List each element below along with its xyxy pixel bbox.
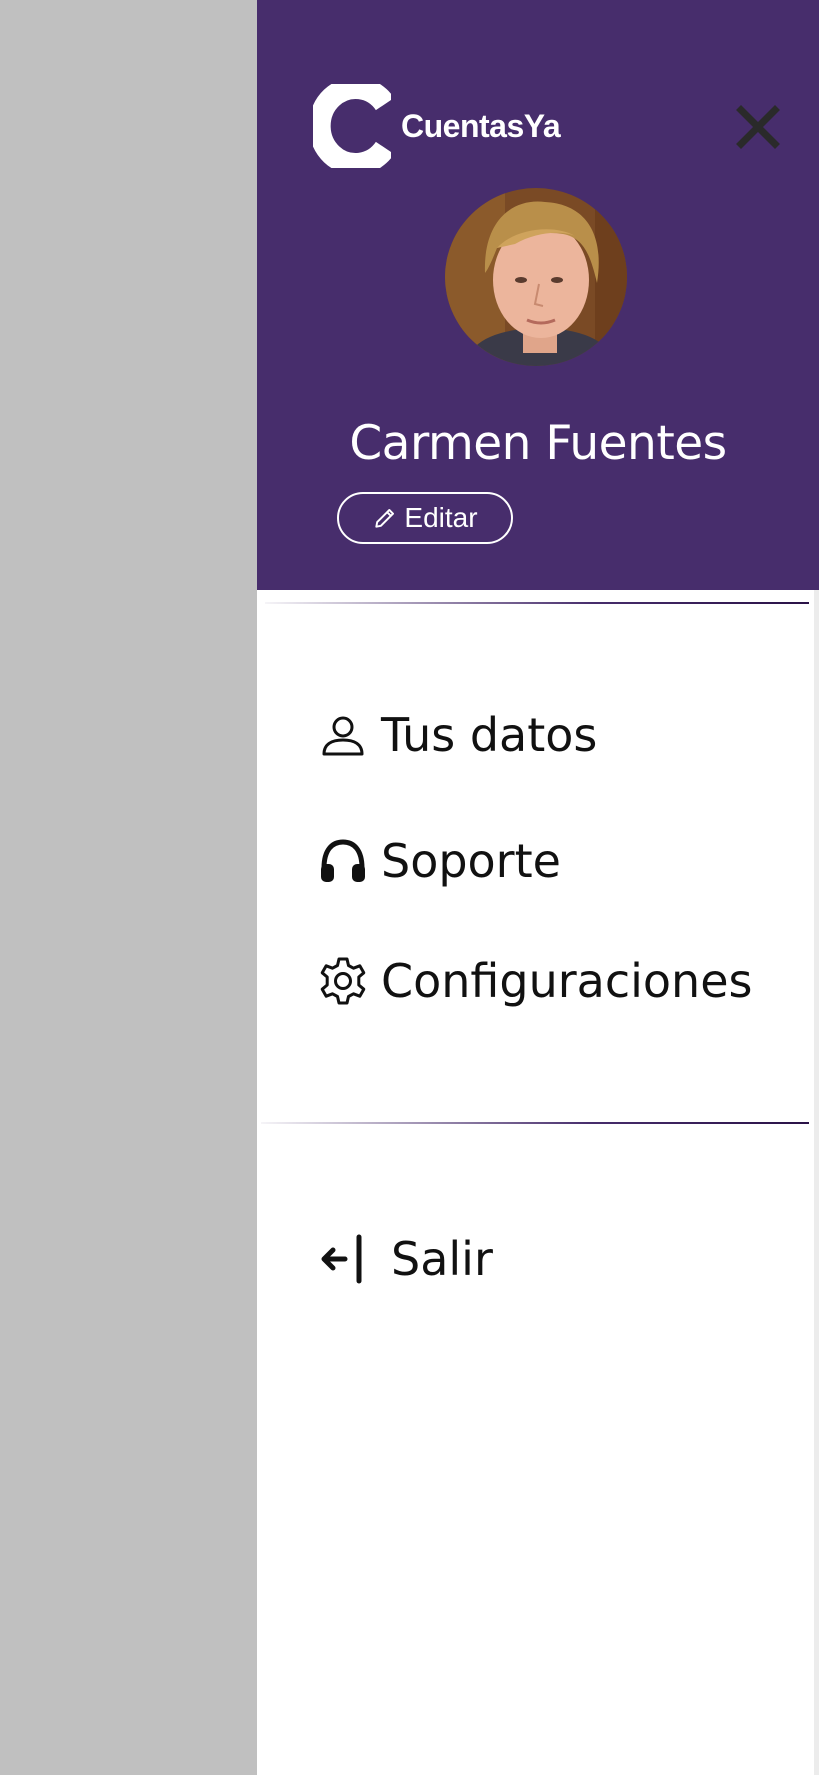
menu-item-label: Soporte xyxy=(381,834,561,888)
divider xyxy=(265,602,809,604)
pencil-icon xyxy=(375,509,395,528)
drawer-edge xyxy=(814,590,819,1775)
drawer-overlay-backdrop[interactable] xyxy=(0,0,257,1775)
gear-icon xyxy=(317,955,369,1007)
user-icon xyxy=(317,709,369,761)
logout-button[interactable]: Salir xyxy=(317,1232,493,1286)
drawer-header: CuentasYa Carmen Fuentes Editar xyxy=(257,0,819,590)
profile-photo xyxy=(445,188,627,366)
logout-arrow-icon xyxy=(317,1233,369,1285)
brand-logo: CuentasYa xyxy=(313,84,561,168)
cuentasya-logo-icon xyxy=(313,84,391,168)
brand-name: CuentasYa xyxy=(401,107,561,144)
divider xyxy=(261,1122,809,1124)
edit-profile-button[interactable]: Editar xyxy=(337,492,513,544)
close-icon xyxy=(736,105,780,149)
menu-item-label: Tus datos xyxy=(381,708,598,762)
side-drawer: CuentasYa Carmen Fuentes Editar Tus dato… xyxy=(257,0,819,1775)
user-name: Carmen Fuentes xyxy=(349,416,727,471)
edit-button-label: Editar xyxy=(404,502,478,533)
avatar[interactable] xyxy=(445,188,627,366)
close-button[interactable] xyxy=(735,104,781,150)
menu-item-configuraciones[interactable]: Configuraciones xyxy=(317,954,752,1008)
logout-label: Salir xyxy=(391,1232,493,1286)
menu-item-label: Configuraciones xyxy=(381,954,753,1008)
menu-item-tus-datos[interactable]: Tus datos xyxy=(317,708,597,762)
menu-item-soporte[interactable]: Soporte xyxy=(317,834,561,888)
headphones-icon xyxy=(317,835,369,887)
